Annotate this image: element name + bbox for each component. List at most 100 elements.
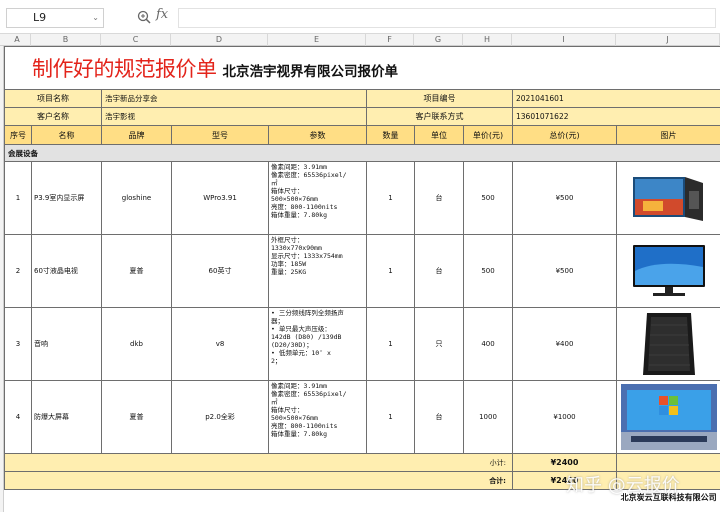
title-cell[interactable]: 制作好的规范报价单 北京浩宇视界有限公司报价单: [3, 46, 720, 90]
item-brand[interactable]: dkb: [101, 307, 172, 381]
param-line: • 三分频线阵列全频扬声: [271, 309, 344, 317]
item-image-cell[interactable]: [615, 234, 720, 308]
item-unit[interactable]: 台: [414, 234, 464, 308]
item-total[interactable]: ¥500: [512, 161, 617, 235]
param-line: 器；: [271, 317, 284, 325]
column-header-f[interactable]: F: [366, 34, 414, 46]
subtotal-value[interactable]: ¥2400: [512, 453, 617, 472]
item-qty[interactable]: 1: [366, 234, 415, 308]
item-image-cell[interactable]: [615, 307, 720, 381]
item-brand[interactable]: 夏普: [101, 234, 172, 308]
zoom-icon[interactable]: [136, 9, 152, 25]
project-name-value[interactable]: 浩宇新品分享会: [101, 89, 367, 108]
project-no-value[interactable]: 2021041601: [511, 89, 720, 108]
subtotal-empty[interactable]: [615, 453, 720, 472]
param-line: 箱体重量：7.80kg: [271, 211, 327, 219]
item-image-cell[interactable]: [615, 380, 720, 454]
param-line: 1330x770x90mm: [271, 244, 322, 252]
table-row: 2 60寸液晶电视 夏普 60英寸 外框尺寸： 1330x770x90mm 显示…: [4, 234, 720, 308]
column-header-e[interactable]: E: [268, 34, 366, 46]
item-name[interactable]: 音响: [31, 307, 102, 381]
item-qty[interactable]: 1: [366, 307, 415, 381]
row-number[interactable]: 3: [4, 307, 32, 381]
item-price[interactable]: 400: [463, 307, 513, 381]
column-header-b[interactable]: B: [31, 34, 101, 46]
param-line: 亮度：800-1100nits: [271, 422, 338, 430]
item-price[interactable]: 500: [463, 234, 513, 308]
item-params[interactable]: 像素间距：3.91mm 像素密度：65536pixel/ ㎡ 箱体尺寸： 500…: [268, 161, 367, 235]
param-line: ㎡: [271, 398, 278, 406]
item-total[interactable]: ¥1000: [512, 380, 617, 454]
project-no-label: 项目编号: [366, 89, 513, 108]
header-image: 图片: [615, 125, 720, 145]
column-header-i[interactable]: I: [512, 34, 616, 46]
item-model[interactable]: v8: [171, 307, 269, 381]
item-total[interactable]: ¥400: [512, 307, 617, 381]
param-line: 功率：185W: [271, 260, 307, 268]
param-line: 外框尺寸：: [271, 236, 304, 244]
item-price[interactable]: 1000: [463, 380, 513, 454]
client-value[interactable]: 浩宇影视: [101, 107, 367, 126]
param-line: 箱体尺寸：: [271, 187, 304, 195]
grand-total-label: 合计:: [4, 471, 513, 490]
tv-icon: [632, 245, 705, 296]
item-name[interactable]: P3.9室内显示屏: [31, 161, 102, 235]
column-header-d[interactable]: D: [171, 34, 268, 46]
chevron-down-icon[interactable]: ⌄: [92, 9, 99, 27]
item-total[interactable]: ¥500: [512, 234, 617, 308]
formula-input[interactable]: [178, 8, 716, 28]
param-line: 重量：25KG: [271, 268, 307, 276]
section-label[interactable]: 会展设备: [3, 144, 720, 162]
item-params[interactable]: 外框尺寸： 1330x770x90mm 显示尺寸：1333x754mm 功率：1…: [268, 234, 367, 308]
contact-value[interactable]: 13601071622: [511, 107, 720, 126]
item-unit[interactable]: 只: [414, 307, 464, 381]
speaker-icon: [642, 313, 695, 375]
contact-label: 客户联系方式: [366, 107, 513, 126]
item-name[interactable]: 60寸液晶电视: [31, 234, 102, 308]
param-line: • 单只最大声压级：: [271, 325, 331, 333]
item-price[interactable]: 500: [463, 161, 513, 235]
header-model: 型号: [171, 125, 269, 145]
item-params[interactable]: 像素间距：3.91mm 像素密度：65536pixel/ ㎡ 箱体尺寸： 500…: [268, 380, 367, 454]
project-name-label: 项目名称: [4, 89, 102, 108]
header-total: 总价(元): [512, 125, 617, 145]
row-number[interactable]: 1: [4, 161, 32, 235]
title-row: 制作好的规范报价单 北京浩宇视界有限公司报价单: [3, 46, 720, 90]
column-header-c[interactable]: C: [101, 34, 171, 46]
header-name: 名称: [31, 125, 102, 145]
item-brand[interactable]: 夏普: [101, 380, 172, 454]
info-row: 客户名称 浩宇影视 客户联系方式 13601071622: [4, 107, 720, 126]
param-line: 像素密度：65536pixel/: [271, 390, 347, 398]
header-params: 参数: [268, 125, 367, 145]
table-row: 3 音响 dkb v8 • 三分频线阵列全频扬声 器； • 单只最大声压级： 1…: [4, 307, 720, 381]
table-header-row: 序号 名称 品牌 型号 参数 数量 单位 单价(元) 总价(元) 图片: [4, 125, 720, 145]
item-model[interactable]: p2.0全彩: [171, 380, 269, 454]
item-unit[interactable]: 台: [414, 161, 464, 235]
column-header-g[interactable]: G: [414, 34, 463, 46]
item-qty[interactable]: 1: [366, 380, 415, 454]
item-unit[interactable]: 台: [414, 380, 464, 454]
row-number[interactable]: 4: [4, 380, 32, 454]
item-brand[interactable]: gloshine: [101, 161, 172, 235]
column-header-h[interactable]: H: [463, 34, 512, 46]
row-number[interactable]: 2: [4, 234, 32, 308]
column-header-a[interactable]: A: [4, 34, 31, 46]
item-params[interactable]: • 三分频线阵列全频扬声 器； • 单只最大声压级： 142dB (D80) /…: [268, 307, 367, 381]
param-line: 箱体重量：7.80kg: [271, 430, 327, 438]
item-image-cell[interactable]: [615, 161, 720, 235]
fx-icon[interactable]: fx: [156, 7, 168, 22]
header-brand: 品牌: [101, 125, 172, 145]
param-line: 142dB (D80) /139dB: [271, 333, 342, 341]
video-wall-icon: [620, 384, 717, 450]
item-qty[interactable]: 1: [366, 161, 415, 235]
company-title: 北京浩宇视界有限公司报价单: [222, 64, 399, 80]
item-model[interactable]: 60英寸: [171, 234, 269, 308]
column-header-j[interactable]: J: [616, 34, 720, 46]
item-model[interactable]: WPro3.91: [171, 161, 269, 235]
param-line: 显示尺寸：1333x754mm: [271, 252, 343, 260]
table-row: 1 P3.9室内显示屏 gloshine WPro3.91 像素间距：3.91m…: [4, 161, 720, 235]
table-row: 4 防爆大屏幕 夏普 p2.0全彩 像素间距：3.91mm 像素密度：65536…: [4, 380, 720, 454]
name-box[interactable]: L9 ⌄: [6, 8, 104, 28]
item-name[interactable]: 防爆大屏幕: [31, 380, 102, 454]
param-line: ㎡: [271, 179, 278, 187]
